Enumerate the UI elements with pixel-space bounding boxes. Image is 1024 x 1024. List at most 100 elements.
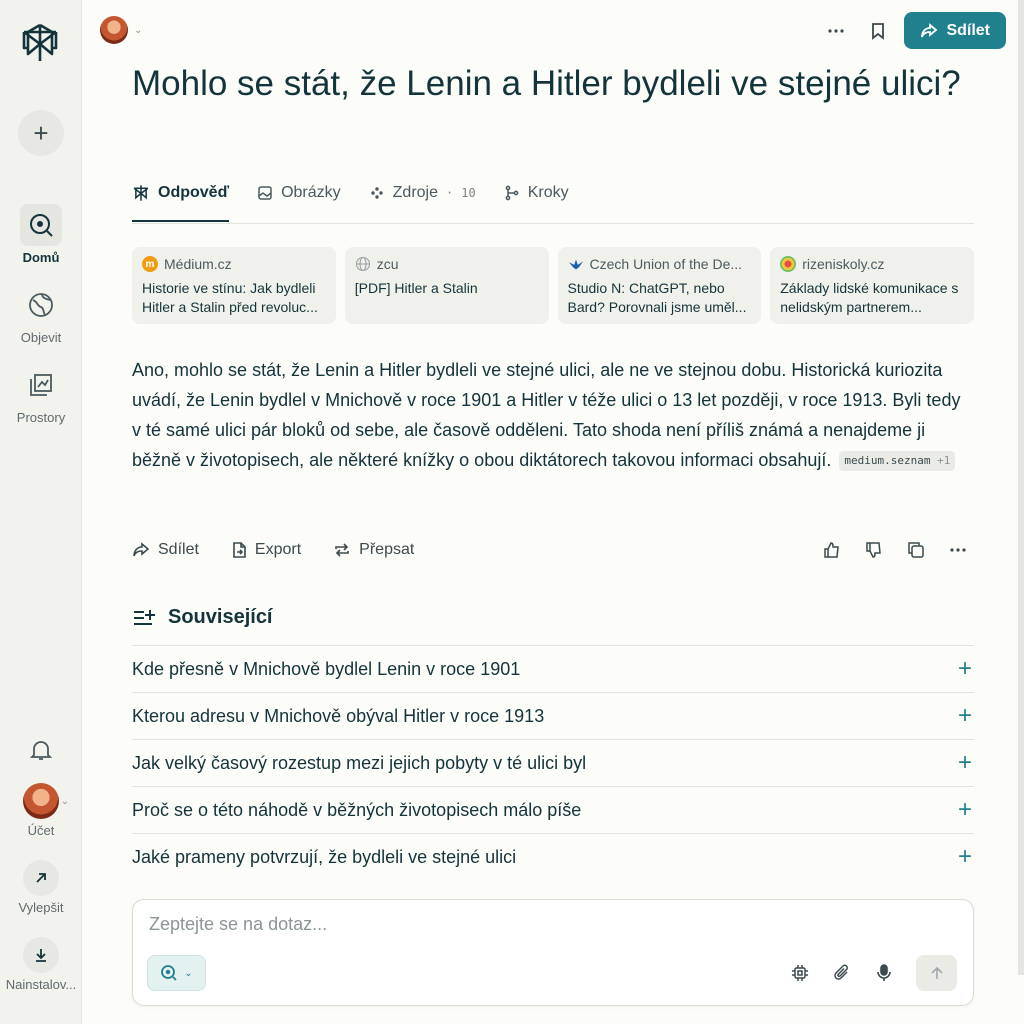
related-item[interactable]: Proč se o této náhodě v běžných životopi… — [132, 786, 974, 833]
answer-text: Ano, mohlo se stát, že Lenin a Hitler by… — [132, 355, 974, 475]
rewrite-label: Přepsat — [359, 541, 415, 558]
arrow-up-icon — [930, 966, 943, 979]
microphone-icon[interactable] — [868, 957, 900, 989]
chevron-down-icon: ⌄ — [60, 795, 70, 807]
source-cards: m Médium.cz Historie ve stínu: Jak bydle… — [132, 247, 974, 324]
share-button[interactable]: Sdílet — [904, 12, 1006, 49]
thumbs-down-icon[interactable] — [858, 534, 890, 566]
medium-favicon-icon: m — [142, 256, 158, 272]
more-icon[interactable] — [820, 15, 852, 47]
avatar — [22, 783, 59, 819]
share-label: Sdílet — [158, 541, 199, 558]
answer-tabs: Odpověď Obrázky Zdroje · 10 Kroky — [132, 178, 974, 224]
account-label: Účet — [27, 823, 55, 838]
bookmark-icon[interactable] — [862, 15, 894, 47]
install-button[interactable]: Nainstalov... — [0, 937, 82, 992]
tab-sources[interactable]: Zdroje · 10 — [369, 178, 476, 208]
sidebar-item-label: Objevit — [20, 330, 62, 345]
source-site: rizeniskoly.cz — [802, 256, 885, 272]
tab-label: Zdroje — [392, 184, 438, 201]
arrow-up-right-icon — [23, 860, 59, 896]
tab-images[interactable]: Obrázky — [257, 178, 341, 208]
related-item[interactable]: Kterou adresu v Mnichově obýval Hitler v… — [132, 692, 974, 739]
page-title: Mohlo se stát, že Lenin a Hitler bydleli… — [132, 64, 961, 103]
tab-steps[interactable]: Kroky — [504, 178, 569, 208]
source-card[interactable]: rizeniskoly.cz Základy lidské komunikace… — [770, 247, 974, 324]
related-heading-label: Související — [168, 606, 273, 628]
sidebar-item-spaces[interactable]: Prostory — [0, 364, 82, 425]
copy-icon[interactable] — [900, 534, 932, 566]
thread-author[interactable]: ⌄ — [100, 16, 142, 44]
citation-source: medium.seznam — [844, 454, 931, 467]
plus-icon: + — [957, 796, 972, 823]
share-answer-button[interactable]: Sdílet — [132, 541, 199, 559]
thumbs-up-icon[interactable] — [816, 534, 848, 566]
source-title: Historie ve stínu: Jak bydleli Hitler a … — [142, 280, 318, 315]
attach-icon[interactable] — [826, 957, 858, 989]
follow-up-input[interactable] — [149, 914, 749, 935]
new-thread-button[interactable]: + — [18, 110, 64, 156]
rewrite-button[interactable]: Přepsat — [333, 541, 414, 559]
submit-button[interactable] — [916, 955, 957, 991]
tab-answer[interactable]: Odpověď — [132, 178, 230, 222]
related-question: Kterou adresu v Mnichově obýval Hitler v… — [132, 705, 545, 726]
bell-icon — [20, 729, 62, 771]
related-question: Kde přesně v Mnichově bydlel Lenin v roc… — [132, 658, 521, 679]
account-button[interactable]: ⌄ Účet — [0, 783, 82, 838]
rewrite-icon — [335, 543, 349, 557]
steps-icon — [505, 185, 519, 201]
export-label: Export — [254, 541, 302, 558]
citation-more: +1 — [937, 454, 951, 467]
source-card[interactable]: Czech Union of the De... Studio N: ChatG… — [557, 247, 762, 324]
chevron-down-icon: ⌄ — [134, 24, 143, 36]
scrollbar[interactable] — [1018, 0, 1024, 975]
tab-label: Odpověď — [158, 184, 230, 201]
related-icon — [134, 609, 155, 625]
search-mode-button[interactable]: ⌄ — [147, 955, 206, 991]
logo-icon[interactable] — [20, 22, 60, 64]
sidebar-item-discover[interactable]: Objevit — [0, 284, 82, 345]
plus-icon: + — [957, 843, 972, 870]
related-question: Proč se o této náhodě v běžných životopi… — [132, 799, 582, 820]
export-icon — [233, 542, 246, 558]
source-title: Studio N: ChatGPT, nebo Bard? Porovnali … — [567, 280, 747, 315]
sidebar-item-home[interactable]: Domů — [0, 204, 82, 265]
more-icon[interactable] — [942, 534, 974, 566]
source-title: [PDF] Hitler a Stalin — [354, 280, 478, 296]
source-site: Czech Union of the De... — [589, 256, 743, 272]
download-icon — [23, 937, 59, 973]
image-icon — [258, 186, 272, 200]
sidebar-item-label: Domů — [22, 250, 60, 265]
rizeniskoly-favicon-icon — [780, 256, 797, 272]
bird-favicon-icon — [568, 256, 584, 272]
related-item[interactable]: Jaké prameny potvrzují, že bydleli ve st… — [132, 833, 974, 880]
sidebar-item-label: Prostory — [16, 410, 66, 425]
citation-badge[interactable]: medium.seznam +1 — [839, 451, 956, 471]
export-button[interactable]: Export — [231, 541, 301, 559]
sidebar: + Domů Objevit Prostory ⌄ Účet Vylepšit … — [0, 0, 82, 1024]
sources-count-separator: · — [446, 186, 454, 200]
share-label: Sdílet — [946, 21, 990, 39]
answer-icon — [133, 185, 149, 201]
search-mode-icon — [161, 965, 177, 981]
follow-up-composer: ⌄ — [132, 899, 974, 1006]
chevron-down-icon: ⌄ — [184, 967, 193, 979]
related-list: Kde přesně v Mnichově bydlel Lenin v roc… — [132, 645, 974, 880]
source-card[interactable]: zcu [PDF] Hitler a Stalin — [344, 247, 549, 324]
tab-label: Obrázky — [281, 184, 341, 201]
related-heading: Související — [132, 606, 273, 629]
notifications-button[interactable] — [0, 729, 82, 771]
answer-body: Ano, mohlo se stát, že Lenin a Hitler by… — [132, 360, 961, 470]
related-item[interactable]: Kde přesně v Mnichově bydlel Lenin v roc… — [132, 645, 974, 692]
sources-icon — [370, 187, 383, 199]
search-icon — [20, 204, 62, 246]
plus-icon: + — [33, 117, 49, 148]
upgrade-label: Vylepšit — [18, 900, 64, 915]
model-chip-icon[interactable] — [784, 957, 816, 989]
related-item[interactable]: Jak velký časový rozestup mezi jejich po… — [132, 739, 974, 786]
related-question: Jak velký časový rozestup mezi jejich po… — [132, 752, 587, 773]
source-title: Základy lidské komunikace s nelidským pa… — [780, 280, 959, 315]
tab-label: Kroky — [527, 184, 569, 201]
upgrade-button[interactable]: Vylepšit — [0, 860, 82, 915]
source-card[interactable]: m Médium.cz Historie ve stínu: Jak bydle… — [132, 247, 336, 324]
